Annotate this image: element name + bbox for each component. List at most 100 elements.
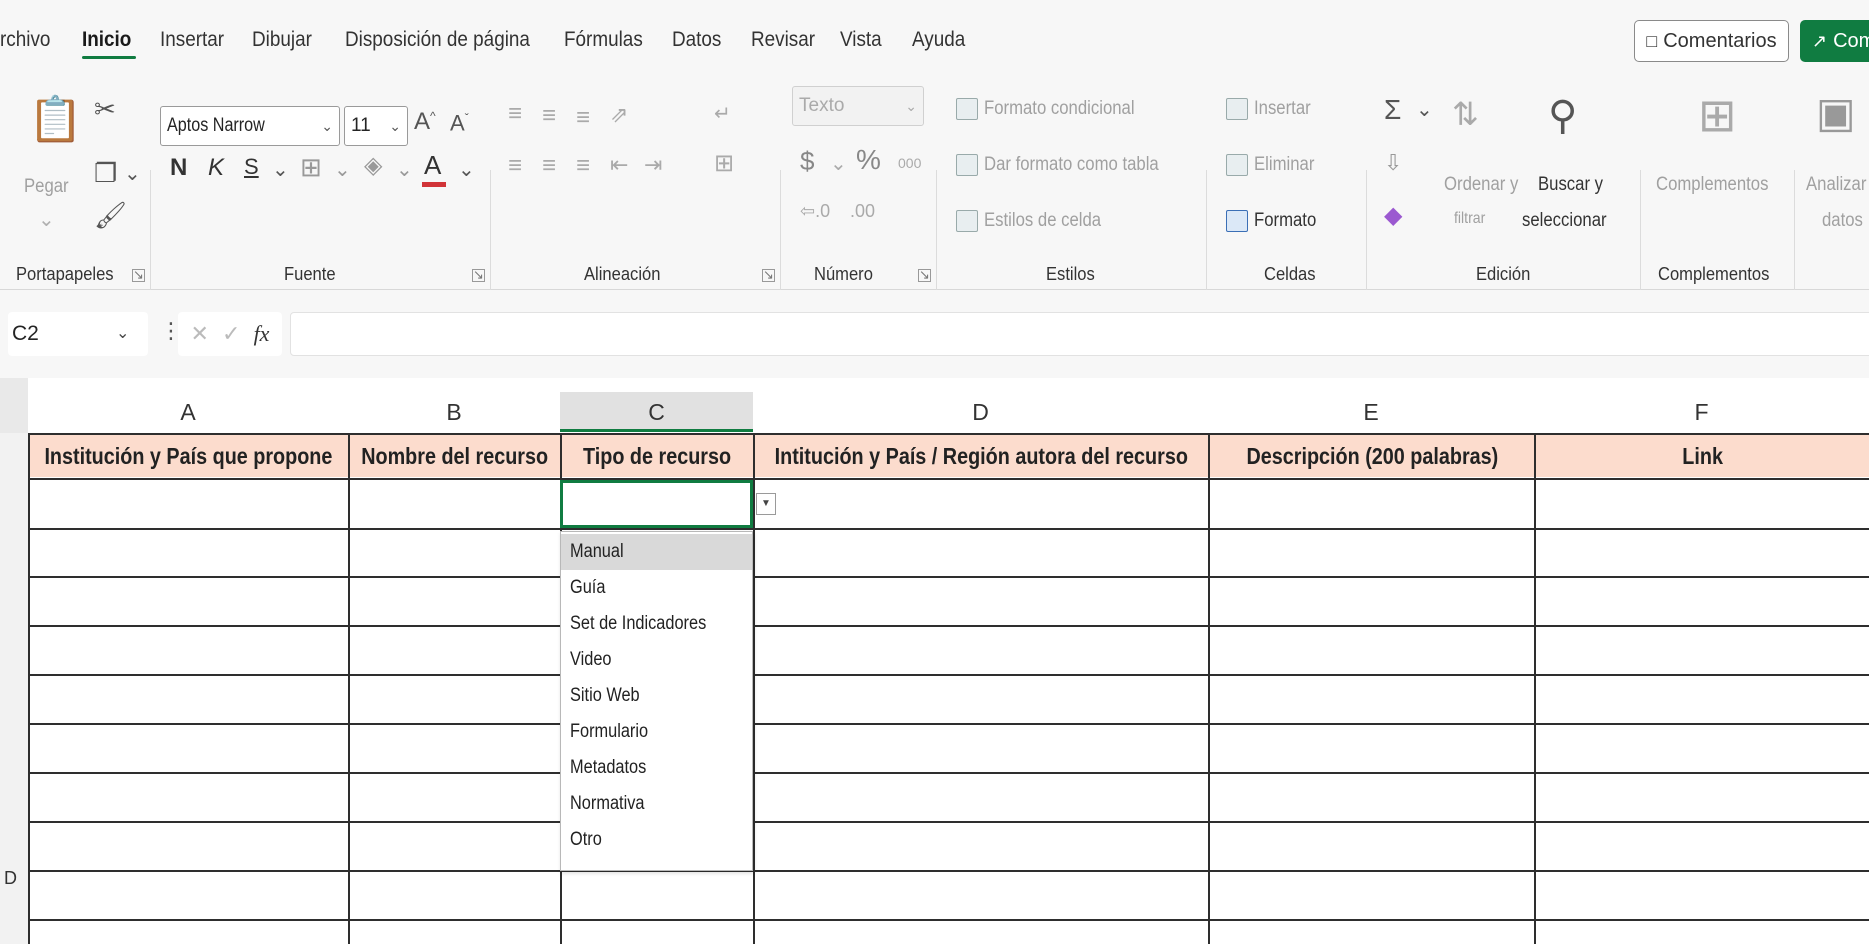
clipboard-launcher-icon[interactable]: ↘ <box>132 268 145 282</box>
menu-datos[interactable]: Datos <box>672 28 721 52</box>
share-button[interactable]: ↗ Com <box>1800 20 1869 62</box>
merge-cells-icon[interactable]: ⊞ <box>714 152 734 176</box>
dropdown-option-manual[interactable]: Manual <box>561 534 752 570</box>
validation-dropdown-list[interactable]: Manual Guía Set de Indicadores Video Sit… <box>560 531 753 871</box>
column-header-d[interactable]: D <box>753 392 1208 432</box>
copy-chevron-icon[interactable]: ⌄ <box>124 164 141 184</box>
align-right-icon[interactable]: ≡ <box>576 154 590 178</box>
cut-icon[interactable]: ✂ <box>94 96 116 122</box>
alignment-launcher-icon[interactable]: ↘ <box>762 268 775 282</box>
confirm-icon[interactable]: ✓ <box>222 321 240 347</box>
align-center-icon[interactable]: ≡ <box>542 154 556 178</box>
increase-indent-icon[interactable]: ⇥ <box>644 154 662 176</box>
number-format-select[interactable]: Texto ⌄ <box>792 86 924 126</box>
fill-color-icon[interactable]: ◈ <box>364 154 382 178</box>
currency-chevron-icon[interactable]: ⌄ <box>830 154 847 174</box>
find-select-label-2[interactable]: seleccionar <box>1522 210 1607 232</box>
align-middle-icon[interactable]: ≡ <box>542 104 556 128</box>
align-left-icon[interactable]: ≡ <box>508 154 522 178</box>
thousands-separator-icon[interactable]: 000 <box>898 156 921 170</box>
bold-button[interactable]: N <box>170 156 187 180</box>
comments-button[interactable]: □ Comentarios <box>1634 20 1789 62</box>
addins-button[interactable]: Complementos <box>1656 174 1768 196</box>
font-color-icon[interactable]: A <box>424 152 441 178</box>
font-name-select[interactable]: Aptos Narrow ⌄ <box>160 106 340 146</box>
font-size-select[interactable]: 11 ⌄ <box>344 106 408 146</box>
search-icon[interactable]: ⚲ <box>1548 96 1577 136</box>
formula-input[interactable] <box>290 312 1869 356</box>
analyze-data-label-2[interactable]: datos <box>1822 210 1863 232</box>
increase-font-icon[interactable]: A^ <box>414 110 436 134</box>
dropdown-option-normativa[interactable]: Normativa <box>561 786 752 822</box>
copy-icon[interactable]: ❐ <box>94 160 117 186</box>
menu-inicio[interactable]: Inicio <box>82 28 131 52</box>
column-header-f[interactable]: F <box>1534 392 1869 432</box>
delete-cells-button[interactable]: Eliminar <box>1254 154 1314 176</box>
dropdown-option-formulario[interactable]: Formulario <box>561 714 752 750</box>
align-bottom-icon[interactable]: ≡ <box>576 106 590 130</box>
dropdown-option-metadatos[interactable]: Metadatos <box>561 750 752 786</box>
format-cells-button[interactable]: Formato <box>1254 210 1316 232</box>
header-cell-institucion[interactable]: Institución y País que propone <box>28 435 348 477</box>
menu-formulas[interactable]: Fórmulas <box>564 28 643 52</box>
header-cell-descripcion[interactable]: Descripción (200 palabras) <box>1210 435 1534 477</box>
align-top-icon[interactable]: ≡ <box>508 102 522 126</box>
sort-filter-label-1[interactable]: Ordenar y <box>1444 174 1518 196</box>
dropdown-option-sitio-web[interactable]: Sitio Web <box>561 678 752 714</box>
menu-archivo[interactable]: rchivo <box>0 28 50 52</box>
menu-insertar[interactable]: Insertar <box>160 28 224 52</box>
borders-chevron-icon[interactable]: ⌄ <box>334 160 351 180</box>
insert-cells-button[interactable]: Insertar <box>1254 98 1311 120</box>
header-cell-autora[interactable]: Intitución y País / Región autora del re… <box>755 435 1208 477</box>
autosum-icon[interactable]: Σ <box>1384 96 1401 124</box>
header-cell-link[interactable]: Link <box>1536 435 1869 477</box>
sort-filter-icon[interactable]: ⇅ <box>1452 98 1479 130</box>
number-launcher-icon[interactable]: ↘ <box>918 268 931 282</box>
conditional-format-button[interactable]: Formato condicional <box>984 98 1135 120</box>
dropdown-option-video[interactable]: Video <box>561 642 752 678</box>
underline-chevron-icon[interactable]: ⌄ <box>272 160 289 180</box>
dropdown-arrow-icon[interactable]: ▼ <box>756 493 776 515</box>
clear-icon[interactable]: ◆ <box>1384 204 1402 228</box>
paste-icon[interactable]: 📋 <box>28 98 83 142</box>
insert-function-icon[interactable]: fx <box>254 321 270 347</box>
paste-label[interactable]: Pegar <box>24 176 69 198</box>
select-all-corner[interactable] <box>0 378 28 433</box>
orientation-icon[interactable]: ⇗ <box>610 104 628 126</box>
italic-button[interactable]: K <box>208 156 224 180</box>
dropdown-option-otro[interactable]: Otro <box>561 822 752 858</box>
chevron-down-icon[interactable]: ⌄ <box>116 323 129 343</box>
menu-ayuda[interactable]: Ayuda <box>912 28 965 52</box>
sort-filter-label-2[interactable]: filtrar <box>1454 210 1485 228</box>
column-header-a[interactable]: A <box>28 392 348 432</box>
analyze-data-label-1[interactable]: Analizar <box>1806 174 1866 196</box>
dropdown-option-set-indicadores[interactable]: Set de Indicadores <box>561 606 752 642</box>
dropdown-option-guia[interactable]: Guía <box>561 570 752 606</box>
menu-vista[interactable]: Vista <box>840 28 882 52</box>
borders-icon[interactable]: ⊞ <box>300 154 322 180</box>
header-cell-tipo[interactable]: Tipo de recurso <box>562 435 753 477</box>
format-painter-icon[interactable]: 🖌 <box>94 202 127 228</box>
paste-chevron-icon[interactable]: ⌄ <box>38 210 55 230</box>
column-header-c[interactable]: C <box>560 392 753 432</box>
decrease-indent-icon[interactable]: ⇤ <box>610 154 628 176</box>
row-number[interactable]: D <box>4 868 17 889</box>
font-launcher-icon[interactable]: ↘ <box>472 268 485 282</box>
active-cell-c2[interactable] <box>560 480 753 528</box>
increase-decimal-icon[interactable]: ⇦.0 <box>800 202 830 220</box>
header-cell-nombre[interactable]: Nombre del recurso <box>350 435 560 477</box>
menu-disposicion-pagina[interactable]: Disposición de página <box>345 28 530 52</box>
menu-dibujar[interactable]: Dibujar <box>252 28 312 52</box>
menu-revisar[interactable]: Revisar <box>751 28 815 52</box>
wrap-text-icon[interactable]: ↵ <box>714 104 731 124</box>
currency-icon[interactable]: $ <box>800 148 814 174</box>
fill-chevron-icon[interactable]: ⌄ <box>396 160 413 180</box>
underline-button[interactable]: S <box>244 156 259 178</box>
percent-icon[interactable]: % <box>856 146 881 174</box>
decrease-font-icon[interactable]: Aˇ <box>450 112 469 134</box>
format-as-table-button[interactable]: Dar formato como tabla <box>984 154 1159 176</box>
cell-styles-button[interactable]: Estilos de celda <box>984 210 1101 232</box>
find-select-label-1[interactable]: Buscar y <box>1538 174 1603 196</box>
addins-icon[interactable]: ⊞ <box>1698 92 1737 138</box>
font-color-chevron-icon[interactable]: ⌄ <box>458 160 475 180</box>
